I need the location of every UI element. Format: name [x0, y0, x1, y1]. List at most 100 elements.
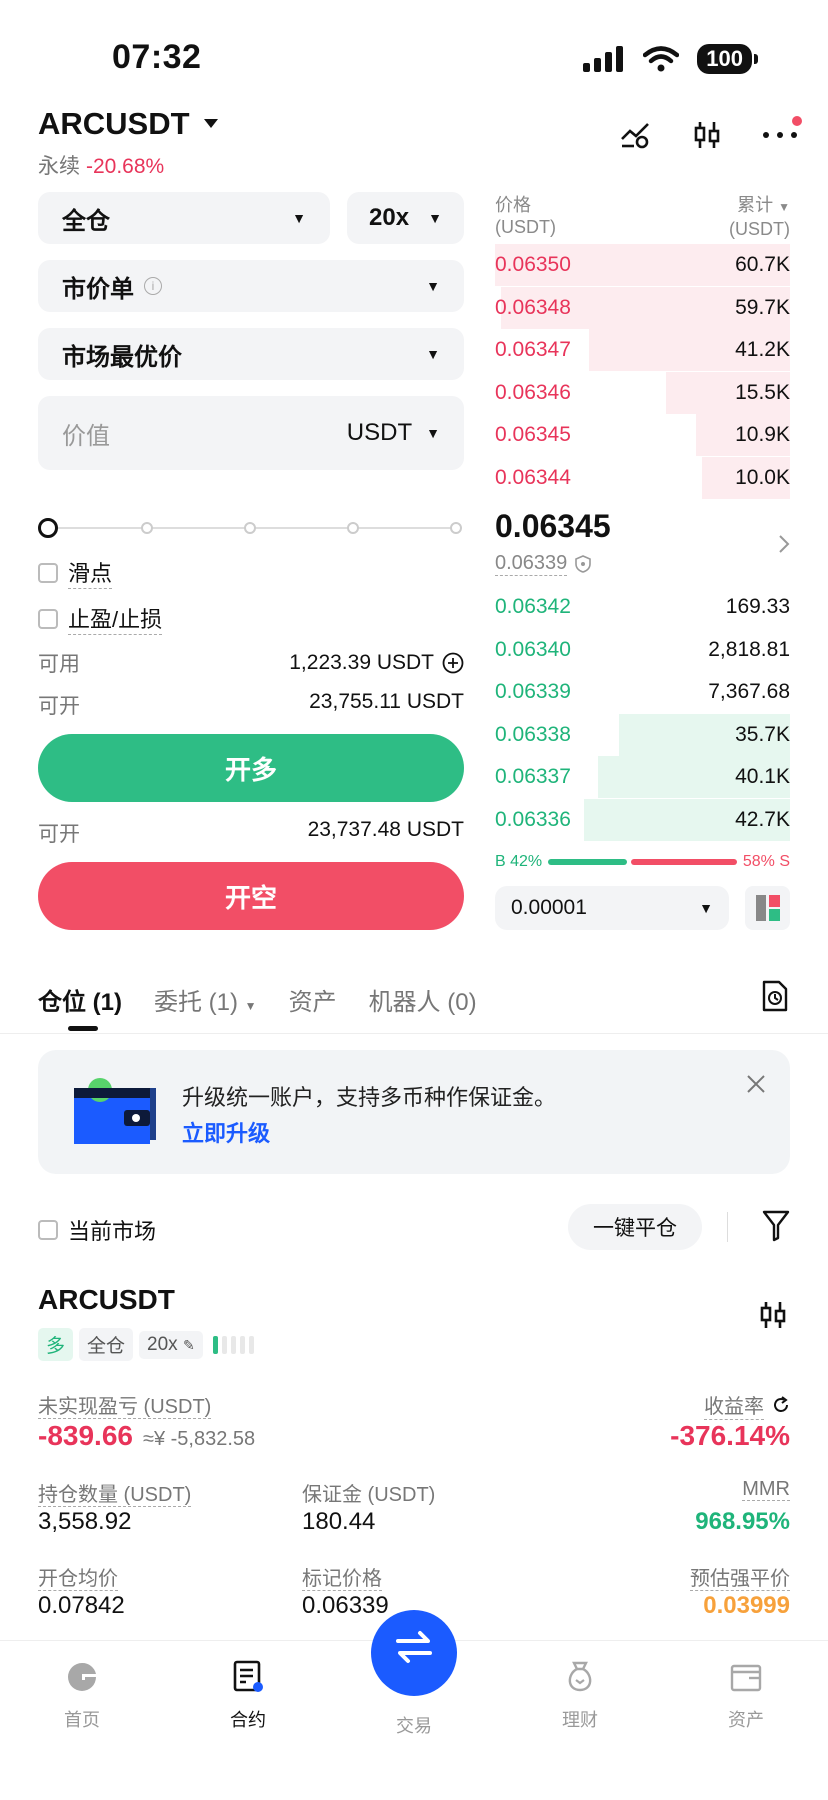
pnl-cny: ≈¥ -5,832.58 — [142, 1428, 256, 1450]
candlestick-chart-icon[interactable] — [758, 1300, 788, 1330]
leverage-select[interactable]: 20x ▼ — [347, 192, 464, 244]
tp-sl-checkbox[interactable] — [38, 608, 58, 629]
close-icon[interactable] — [746, 1074, 766, 1094]
slider-step[interactable] — [450, 522, 462, 534]
slider-step[interactable] — [141, 522, 153, 534]
nav-futures-label: 合约 — [230, 1710, 266, 1730]
tab-orders[interactable]: 委托 (1) ▼ — [154, 982, 257, 1017]
wifi-icon — [643, 46, 680, 72]
slippage-checkbox[interactable] — [38, 562, 58, 583]
ask-row[interactable]: 0.06346 15.5K — [495, 372, 790, 414]
slider-step[interactable] — [347, 522, 359, 534]
close-all-button[interactable]: 一键平仓 — [568, 1204, 702, 1250]
leverage-tag[interactable]: 20x ✎ — [139, 1330, 203, 1359]
open-long-value: 23,755.11 USDT — [309, 690, 464, 713]
ask-row[interactable]: 0.06350 60.7K — [495, 244, 790, 286]
ob-price-header: 价格 (USDT) — [495, 194, 556, 238]
ask-quantity: 60.7K — [735, 253, 790, 276]
slippage-option[interactable]: 滑点 — [38, 556, 113, 589]
bid-row[interactable]: 0.06336 42.7K — [495, 799, 790, 841]
nav-assets[interactable]: 资产 — [686, 1660, 806, 1732]
ask-row[interactable]: 0.06345 10.9K — [495, 414, 790, 456]
add-funds-icon[interactable] — [442, 652, 464, 674]
slider-handle[interactable] — [38, 518, 58, 538]
value-unit: USDT — [346, 419, 413, 446]
trade-fab[interactable] — [371, 1610, 457, 1696]
margin-value: 180.44 — [302, 1508, 376, 1535]
ob-total-header-unit: (USDT) — [729, 219, 790, 239]
refresh-icon — [774, 1396, 788, 1412]
current-market-checkbox[interactable] — [38, 1220, 58, 1240]
caret-down-icon: ▼ — [428, 210, 442, 226]
upgrade-link[interactable]: 立即升级 — [182, 1116, 270, 1148]
ask-row[interactable]: 0.06348 59.7K — [495, 287, 790, 329]
bid-price: 0.06338 — [495, 722, 571, 746]
bid-price: 0.06336 — [495, 807, 571, 831]
open-long-button[interactable]: 开多 — [38, 734, 464, 802]
tab-bots[interactable]: 机器人 (0) — [369, 982, 477, 1017]
ask-price: 0.06346 — [495, 380, 571, 404]
wallet-icon — [74, 1078, 156, 1144]
tab-assets[interactable]: 资产 — [289, 982, 337, 1017]
open-short-button[interactable]: 开空 — [38, 862, 464, 930]
divider — [0, 1033, 828, 1034]
nav-earn[interactable]: 理财 — [520, 1660, 640, 1732]
bid-price: 0.06339 — [495, 680, 571, 703]
chevron-right-icon[interactable] — [778, 534, 790, 554]
precision-value: 0.00001 — [511, 896, 587, 919]
caret-down-icon: ▼ — [426, 278, 440, 294]
tab-positions[interactable]: 仓位 (1) — [38, 982, 122, 1031]
ask-row[interactable]: 0.06347 41.2K — [495, 329, 790, 371]
price-type-select[interactable]: 市场最优价 ▼ — [38, 328, 464, 380]
order-type-select[interactable]: 市价单 i ▼ — [38, 260, 464, 312]
futures-icon — [233, 1660, 263, 1692]
value-placeholder: 价值 — [62, 422, 110, 450]
nav-trade[interactable]: 交易 — [354, 1610, 474, 1738]
bid-row[interactable]: 0.06339 7,367.68 — [495, 671, 790, 713]
open-long-row: 可开 23,755.11 USDT — [38, 690, 464, 720]
bid-row[interactable]: 0.06342 169.33 — [495, 586, 790, 628]
position-pair: ARCUSDT — [38, 1284, 175, 1315]
open-long-label: 可开 — [38, 695, 80, 718]
ask-row[interactable]: 0.06344 10.0K — [495, 457, 790, 499]
bid-row[interactable]: 0.06337 40.1K — [495, 756, 790, 798]
info-icon[interactable]: i — [144, 277, 162, 295]
tp-sl-option[interactable]: 止盈/止损 — [38, 602, 163, 635]
bid-quantity: 40.1K — [735, 765, 790, 788]
mode-tag: 全仓 — [79, 1328, 134, 1361]
current-market-filter[interactable]: 当前市场 — [38, 1214, 156, 1246]
precision-select[interactable]: 0.00001 ▼ — [495, 886, 729, 930]
orderbook-layout-button[interactable] — [745, 886, 790, 930]
unit-select[interactable]: USDT ▼ — [347, 419, 440, 447]
nav-futures[interactable]: 合约 — [188, 1660, 308, 1732]
filter-icon[interactable] — [762, 1210, 790, 1242]
risk-bar — [239, 1335, 245, 1354]
value-input[interactable]: 价值 USDT ▼ — [38, 396, 464, 470]
amount-slider[interactable] — [38, 516, 464, 540]
bid-row[interactable]: 0.06338 35.7K — [495, 714, 790, 756]
history-icon[interactable] — [762, 980, 788, 1012]
ask-quantity: 15.5K — [735, 380, 790, 404]
tab-positions-label: 仓位 (1) — [38, 989, 122, 1016]
ob-total-header[interactable]: 累计 ▼ (USDT) — [729, 194, 790, 240]
size-label: 持仓数量 (USDT) — [38, 1478, 192, 1507]
mmr-value: 968.95% — [695, 1508, 790, 1535]
slider-step[interactable] — [244, 522, 256, 534]
margin-mode-select[interactable]: 全仓 ▼ — [38, 192, 330, 244]
bid-row[interactable]: 0.06340 2,818.81 — [495, 629, 790, 671]
nav-home[interactable]: 首页 — [22, 1660, 142, 1732]
caret-down-icon: ▼ — [244, 999, 257, 1013]
candlestick-chart-icon[interactable] — [692, 120, 722, 150]
layout-icon — [755, 895, 780, 921]
pair-selector[interactable]: ARCUSDT — [38, 106, 218, 142]
price-alert-icon[interactable] — [620, 121, 652, 149]
battery-indicator: 100 — [697, 44, 758, 74]
tp-sl-label: 止盈/止损 — [68, 602, 163, 635]
upgrade-banner[interactable]: 升级统一账户，支持多币种作保证金。 立即升级 — [38, 1050, 790, 1174]
roi-label[interactable]: 收益率 — [704, 1390, 790, 1420]
tab-active-indicator — [68, 1026, 98, 1031]
entry-price-value: 0.07842 — [38, 1592, 125, 1619]
more-menu-button[interactable] — [762, 116, 802, 140]
margin-mode-value: 全仓 — [62, 207, 110, 235]
pair-subtitle: 永续 -20.68% — [38, 150, 164, 180]
